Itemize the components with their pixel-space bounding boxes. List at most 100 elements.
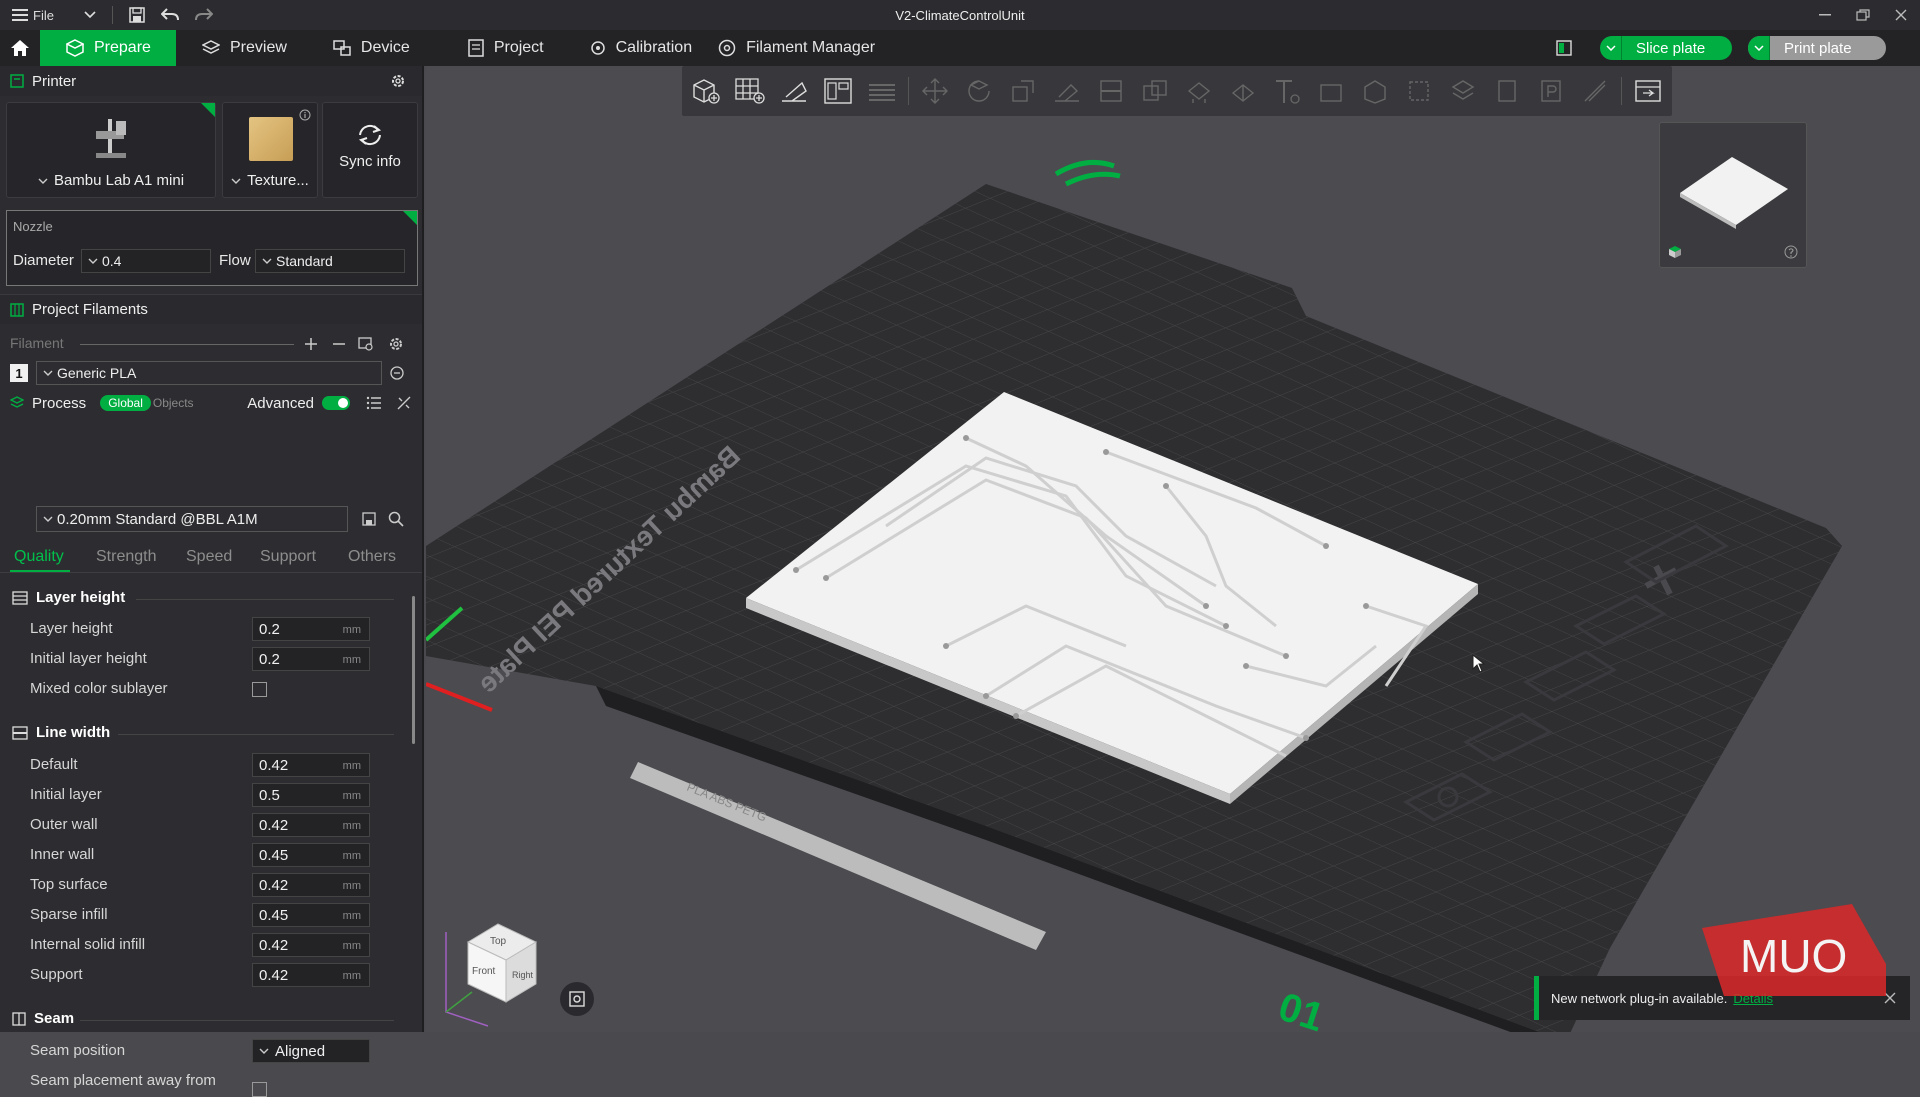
subtab-speed[interactable]: Speed	[186, 548, 232, 566]
tab-project[interactable]: Project	[442, 30, 564, 66]
move-tool[interactable]	[917, 73, 953, 109]
sparse-infill-input[interactable]: 0.45 mm	[252, 903, 370, 927]
filament-settings-icon[interactable]	[388, 336, 404, 352]
camera-reset-button[interactable]	[560, 982, 594, 1016]
variable-height-tool[interactable]	[1445, 73, 1481, 109]
list-icon[interactable]	[366, 396, 382, 410]
mixed-color-sublayer-checkbox[interactable]	[252, 682, 267, 697]
search-icon[interactable]	[388, 511, 404, 527]
subtab-strength[interactable]: Strength	[96, 548, 156, 566]
save-preset-icon[interactable]	[362, 512, 376, 526]
split-plates-button[interactable]	[864, 73, 900, 109]
default-line-width-input[interactable]: 0.42 mm	[252, 753, 370, 777]
tab-prepare[interactable]: Prepare	[40, 30, 176, 66]
plate-view-icon	[1635, 80, 1661, 102]
support-paint-tool[interactable]	[1181, 73, 1217, 109]
file-menu-button[interactable]: File	[0, 0, 62, 30]
initial-layer-width-input[interactable]: 0.5 mm	[252, 783, 370, 807]
tab-preview[interactable]: Preview	[176, 30, 307, 66]
slice-plate-button[interactable]: Slice plate	[1600, 36, 1732, 60]
remove-slot-icon[interactable]	[389, 365, 405, 381]
text-tool[interactable]	[1269, 73, 1305, 109]
subtab-quality[interactable]: Quality	[14, 548, 64, 566]
line-width-icon	[12, 725, 28, 740]
unit-label: mm	[342, 790, 361, 802]
seam-paint-tool[interactable]	[1225, 73, 1261, 109]
gear-icon[interactable]	[390, 73, 406, 89]
internal-solid-infill-input[interactable]: 0.42 mm	[252, 933, 370, 957]
sync-info-button[interactable]: Sync info	[322, 102, 418, 198]
rotate-tool[interactable]	[961, 73, 997, 109]
assembly-tool[interactable]	[1357, 73, 1393, 109]
remove-filament-icon[interactable]	[332, 337, 346, 351]
move-icon	[922, 78, 948, 104]
add-object-button[interactable]	[688, 73, 724, 109]
save-button[interactable]	[121, 0, 153, 30]
home-button[interactable]	[0, 30, 40, 66]
seam-away-checkbox[interactable]	[252, 1082, 267, 1097]
process-preset-select[interactable]: 0.20mm Standard @BBL A1M	[36, 506, 348, 532]
add-filament-icon[interactable]	[304, 337, 318, 351]
layer-height-input[interactable]: 0.2 mm	[252, 617, 370, 641]
flow-select[interactable]: Standard	[255, 249, 405, 273]
global-toggle[interactable]: Global	[100, 395, 151, 411]
brim-ears-tool[interactable]	[1577, 73, 1613, 109]
initial-layer-height-input[interactable]: 0.2 mm	[252, 647, 370, 671]
plate-thumbnail[interactable]	[1659, 122, 1807, 268]
inner-wall-input[interactable]: 0.45 mm	[252, 843, 370, 867]
fuzzy-skin-tool[interactable]	[1489, 73, 1525, 109]
plate-select-card[interactable]: Texture...	[222, 102, 318, 198]
filament-material-select[interactable]: Generic PLA	[36, 361, 382, 385]
seam-position-select[interactable]: Aligned	[252, 1039, 370, 1063]
muo-logo: MUO	[1702, 904, 1886, 996]
redo-button[interactable]	[187, 0, 221, 30]
tab-filament-manager-label: Filament Manager	[746, 39, 876, 56]
cut-tool[interactable]	[1093, 73, 1129, 109]
restore-button[interactable]	[1844, 0, 1882, 30]
arrange-button[interactable]	[820, 73, 856, 109]
layer-height-group-title: Layer height	[36, 589, 126, 606]
filament-sync-icon[interactable]	[358, 337, 374, 351]
compare-icon[interactable]	[396, 395, 412, 411]
print-dropdown[interactable]	[1748, 36, 1770, 60]
diameter-select[interactable]: 0.4	[81, 249, 211, 273]
close-window-button[interactable]	[1882, 0, 1920, 30]
slice-dropdown[interactable]	[1600, 36, 1622, 60]
tab-calibration[interactable]: Calibration	[564, 30, 712, 66]
advanced-switch[interactable]	[322, 396, 350, 410]
measure-tool[interactable]	[1313, 73, 1349, 109]
top-surface-input[interactable]: 0.42 mm	[252, 873, 370, 897]
view-cube[interactable]: Top Front Right	[428, 912, 538, 1032]
support-line-width-input[interactable]: 0.42 mm	[252, 963, 370, 987]
orient-button[interactable]	[776, 73, 812, 109]
file-dropdown-button[interactable]	[76, 0, 104, 30]
layers-icon	[202, 40, 220, 54]
scale-tool[interactable]	[1005, 73, 1041, 109]
filament-icon	[10, 302, 24, 317]
undo-button[interactable]	[153, 0, 187, 30]
group-divider	[118, 734, 394, 735]
help-icon[interactable]	[1784, 245, 1798, 259]
tab-filament-manager[interactable]: Filament Manager	[712, 30, 895, 66]
printer-select-card[interactable]: Bambu Lab A1 mini	[6, 102, 216, 198]
plate-layout-button[interactable]	[1554, 38, 1574, 58]
minimize-button[interactable]	[1806, 0, 1844, 30]
subtab-support[interactable]: Support	[260, 548, 316, 566]
cube-icon[interactable]	[1668, 245, 1682, 259]
unit-label: mm	[342, 940, 361, 952]
print-plate-button[interactable]: Print plate	[1748, 36, 1886, 60]
settings-scrollbar[interactable]	[412, 596, 415, 744]
bounding-box-tool[interactable]	[1401, 73, 1437, 109]
object-toolbar	[682, 66, 1672, 116]
info-icon[interactable]	[299, 109, 311, 121]
top-surface-value: 0.42	[259, 876, 289, 894]
tab-device[interactable]: Device	[307, 30, 430, 66]
subtab-others[interactable]: Others	[348, 548, 396, 566]
objects-toggle[interactable]: Objects	[153, 396, 194, 410]
outer-wall-input[interactable]: 0.42 mm	[252, 813, 370, 837]
emboss-tool[interactable]	[1533, 73, 1569, 109]
plate-view-toggle[interactable]	[1630, 73, 1666, 109]
boolean-tool[interactable]	[1137, 73, 1173, 109]
add-plate-button[interactable]	[732, 73, 768, 109]
lay-on-face-tool[interactable]	[1049, 73, 1085, 109]
